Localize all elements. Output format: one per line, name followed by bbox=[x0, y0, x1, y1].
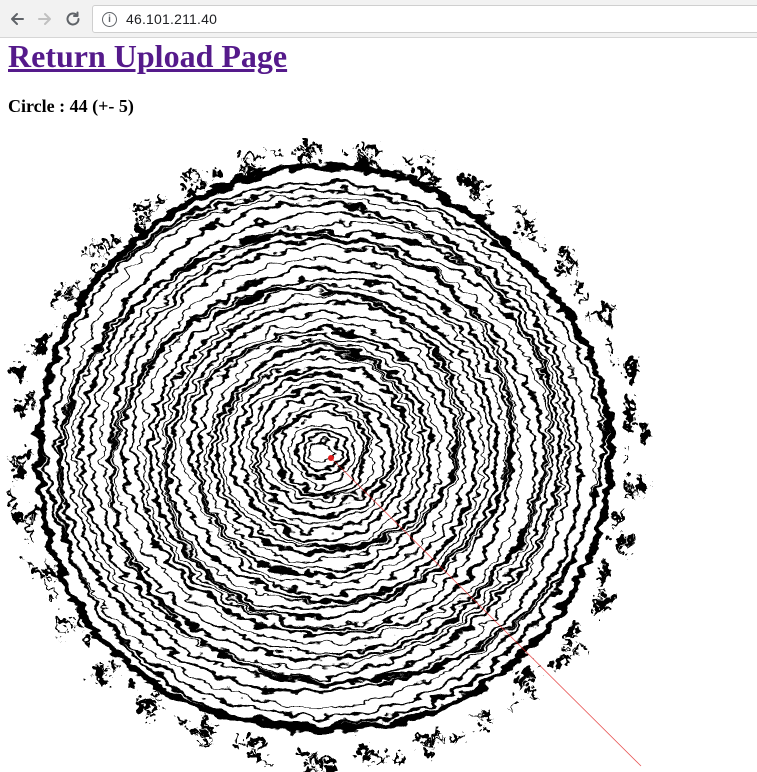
info-icon[interactable]: i bbox=[102, 11, 117, 27]
circle-count-result: Circle : 44 (+- 5) bbox=[8, 96, 134, 116]
bark-speck bbox=[355, 138, 374, 148]
arrow-left-icon bbox=[11, 13, 24, 25]
bark-speck bbox=[480, 198, 489, 207]
address-bar[interactable]: i 46.101.211.40 bbox=[92, 5, 757, 33]
bark-speck bbox=[132, 204, 151, 218]
growth-ring bbox=[147, 287, 500, 621]
arrow-right-icon bbox=[38, 13, 51, 25]
bark-speck bbox=[547, 259, 557, 270]
bark-speck bbox=[303, 753, 321, 761]
bark-speck bbox=[350, 149, 365, 153]
bark-speck bbox=[525, 232, 542, 248]
bark-speck bbox=[205, 162, 218, 172]
bark-speck bbox=[616, 357, 621, 368]
bark-speck bbox=[40, 573, 51, 593]
bark-speck bbox=[608, 530, 618, 545]
bark-speck bbox=[363, 760, 370, 764]
bark-speck bbox=[473, 718, 484, 727]
page-content: Return Upload Page Circle : 44 (+- 5) bbox=[0, 38, 757, 772]
bark-speck bbox=[75, 631, 84, 639]
growth-ring bbox=[198, 335, 453, 572]
bark-speck bbox=[21, 554, 26, 560]
bark-speck bbox=[632, 421, 642, 440]
bark-speck bbox=[414, 151, 430, 158]
reload-icon bbox=[66, 11, 80, 26]
bark-speck bbox=[568, 278, 581, 295]
center-marker bbox=[328, 455, 334, 461]
bark-speck bbox=[321, 756, 334, 766]
bark-speck bbox=[268, 148, 279, 152]
bark-speck bbox=[96, 244, 104, 253]
growth-ring bbox=[247, 379, 399, 524]
bark-speck bbox=[302, 157, 315, 161]
bark-speck bbox=[500, 692, 516, 704]
bark-speck bbox=[385, 748, 399, 756]
return-upload-link[interactable]: Return Upload Page bbox=[8, 38, 287, 75]
bark-speck bbox=[559, 632, 567, 641]
bark-speck bbox=[295, 137, 316, 145]
bark-speck bbox=[66, 611, 76, 623]
bark-speck bbox=[244, 745, 261, 756]
bark-speck bbox=[628, 413, 634, 422]
bark-speck bbox=[560, 615, 574, 632]
forward-button[interactable] bbox=[34, 8, 56, 30]
bark-speck bbox=[28, 560, 38, 575]
bark-speck bbox=[522, 683, 532, 693]
bark-speck bbox=[54, 309, 63, 324]
bark-speck bbox=[120, 675, 128, 684]
bark-speck bbox=[258, 754, 269, 759]
bark-speck bbox=[244, 732, 264, 741]
bark-speck bbox=[591, 560, 602, 580]
bark-speck bbox=[140, 707, 148, 714]
bark-speck bbox=[129, 218, 140, 228]
reload-button[interactable] bbox=[62, 8, 84, 30]
bark-speck bbox=[86, 260, 97, 272]
bark-speck bbox=[180, 176, 199, 187]
browser-toolbar: i 46.101.211.40 bbox=[0, 0, 757, 38]
bark-speck bbox=[177, 163, 193, 173]
bark-speck bbox=[8, 357, 19, 376]
url-text: 46.101.211.40 bbox=[126, 11, 218, 27]
bark-speck bbox=[581, 306, 587, 314]
bark-speck bbox=[333, 142, 342, 148]
bark-speck bbox=[605, 357, 611, 364]
bark-speck bbox=[558, 244, 571, 259]
bark-speck bbox=[228, 734, 241, 739]
growth-ring bbox=[280, 412, 365, 495]
bark-speck bbox=[296, 763, 319, 769]
tree-ring-image bbox=[3, 137, 643, 769]
bark-speck bbox=[600, 332, 610, 350]
bark-speck bbox=[398, 150, 405, 158]
bark-speck bbox=[611, 501, 618, 523]
bark-speck bbox=[547, 646, 563, 663]
bark-speck bbox=[197, 736, 205, 743]
bark-speck bbox=[557, 257, 569, 270]
bark-speck bbox=[19, 515, 27, 535]
bark-speck bbox=[6, 452, 10, 462]
bark-speck bbox=[3, 484, 10, 506]
bark-speck bbox=[291, 146, 308, 156]
bark-speck bbox=[302, 750, 311, 754]
bark-speck bbox=[235, 147, 258, 155]
bark-speck bbox=[618, 449, 622, 455]
growth-ring bbox=[180, 321, 460, 586]
back-button[interactable] bbox=[6, 8, 28, 30]
bark-speck bbox=[10, 507, 20, 520]
bark-speck bbox=[288, 742, 303, 752]
bark-speck bbox=[563, 639, 573, 651]
bark-speck bbox=[445, 726, 461, 735]
bark-speck bbox=[420, 742, 429, 752]
bark-speck bbox=[148, 191, 161, 202]
bark-speck bbox=[619, 474, 627, 491]
growth-rings bbox=[35, 162, 615, 734]
bark-speck bbox=[584, 593, 598, 613]
bark-speck bbox=[171, 710, 181, 717]
bark-speck bbox=[47, 609, 57, 618]
bark-speck bbox=[506, 222, 517, 232]
bark-speck bbox=[99, 229, 112, 242]
